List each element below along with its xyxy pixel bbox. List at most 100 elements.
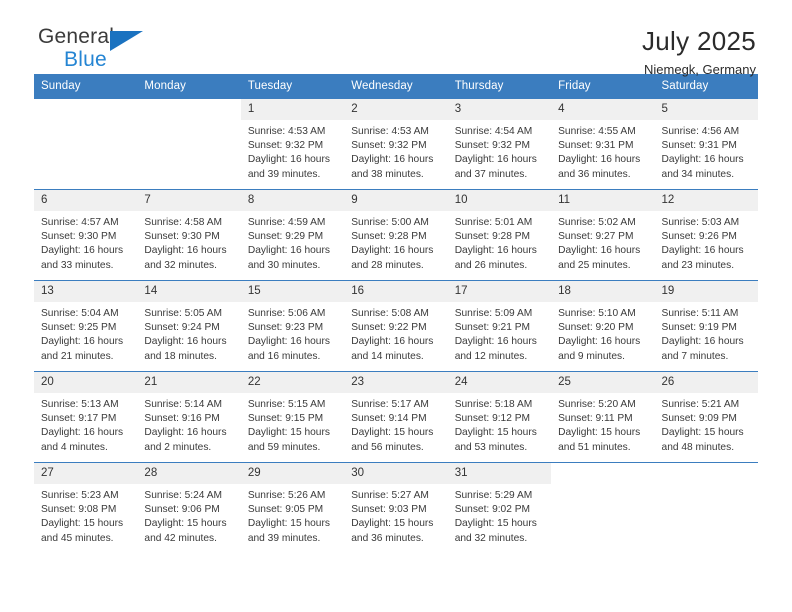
day-sun-info: Sunrise: 5:13 AM Sunset: 9:17 PM Daylight:… <box>34 393 137 455</box>
daylight-text-line1: Daylight: 16 hours <box>41 336 124 348</box>
calendar-day-cell[interactable]: 22 Sunrise: 5:15 AM Sunset: 9:15 PM Dayligh… <box>240 371 345 463</box>
daylight-text-line2: and 36 minutes. <box>351 532 424 544</box>
brand-name-blue: Blue <box>64 48 107 71</box>
daylight-text-line2: and 2 minutes. <box>144 441 212 453</box>
day-sun-info: Sunrise: 5:06 AM Sunset: 9:23 PM Daylight:… <box>241 302 344 364</box>
calendar-day-cell[interactable]: 16 Sunrise: 5:08 AM Sunset: 9:22 PM Dayligh… <box>344 280 448 372</box>
daylight-text-line2: and 37 minutes. <box>454 168 528 180</box>
day-number: 19 <box>654 281 758 302</box>
daylight-text-line1: Daylight: 16 hours <box>454 336 537 348</box>
day-sun-info: Sunrise: 5:18 AM Sunset: 9:12 PM Daylight:… <box>448 393 551 455</box>
day-sun-info: Sunrise: 5:14 AM Sunset: 9:16 PM Daylight:… <box>137 393 240 455</box>
day-number <box>551 463 654 471</box>
calendar-day-cell[interactable]: 12 Sunrise: 5:03 AM Sunset: 9:26 PM Dayligh… <box>654 189 758 281</box>
calendar-day-cell[interactable]: 27 Sunrise: 5:23 AM Sunset: 9:08 PM Dayligh… <box>34 462 138 553</box>
sunrise-text: Sunrise: 5:09 AM <box>454 308 533 319</box>
daylight-text-line2: and 14 minutes. <box>351 350 424 362</box>
calendar-day-cell[interactable]: 10 Sunrise: 5:01 AM Sunset: 9:28 PM Dayligh… <box>447 189 552 281</box>
calendar-day-cell[interactable]: 9 Sunrise: 5:00 AM Sunset: 9:28 PM Daylight… <box>344 189 448 281</box>
calendar-day-cell[interactable]: 28 Sunrise: 5:24 AM Sunset: 9:06 PM Dayligh… <box>137 462 241 553</box>
daylight-text-line2: and 4 minutes. <box>41 441 108 453</box>
daylight-text-line1: Daylight: 16 hours <box>351 154 434 166</box>
sunrise-text: Sunrise: 4:57 AM <box>41 217 119 228</box>
calendar-day-cell[interactable]: 7 Sunrise: 4:58 AM Sunset: 9:30 PM Daylight… <box>137 189 241 281</box>
daylight-text-line1: Daylight: 15 hours <box>247 518 330 530</box>
day-number: 20 <box>34 372 138 393</box>
sunset-text: Sunset: 9:23 PM <box>247 322 324 334</box>
page-subtitle: Niemegk, Germany <box>644 62 756 77</box>
day-number: 1 <box>240 99 345 120</box>
calendar-day-cell[interactable]: 6 Sunrise: 4:57 AM Sunset: 9:30 PM Daylight… <box>34 189 138 281</box>
daylight-text-line1: Daylight: 16 hours <box>558 154 641 166</box>
calendar-day-cell[interactable]: 18 Sunrise: 5:10 AM Sunset: 9:20 PM Dayligh… <box>551 280 655 372</box>
sunrise-text: Sunrise: 5:20 AM <box>558 399 636 410</box>
calendar-day-cell[interactable]: 15 Sunrise: 5:06 AM Sunset: 9:23 PM Dayligh… <box>240 280 345 372</box>
calendar-day-cell[interactable]: 2 Sunrise: 4:53 AM Sunset: 9:32 PM Daylight… <box>344 98 448 190</box>
sunset-text: Sunset: 9:15 PM <box>247 413 324 425</box>
day-sun-info: Sunrise: 4:59 AM Sunset: 9:29 PM Daylight:… <box>241 211 344 273</box>
sunrise-text: Sunrise: 5:11 AM <box>661 308 739 319</box>
sunrise-text: Sunrise: 4:54 AM <box>454 126 533 137</box>
sunset-text: Sunset: 9:32 PM <box>351 140 427 152</box>
daylight-text-line1: Daylight: 16 hours <box>41 245 124 257</box>
calendar-day-cell-empty <box>654 462 758 553</box>
calendar-day-cell[interactable]: 20 Sunrise: 5:13 AM Sunset: 9:17 PM Dayligh… <box>34 371 138 463</box>
daylight-text-line2: and 32 minutes. <box>144 259 217 271</box>
sunrise-text: Sunrise: 5:15 AM <box>247 399 326 410</box>
calendar-day-cell[interactable]: 14 Sunrise: 5:05 AM Sunset: 9:24 PM Dayligh… <box>137 280 241 372</box>
sunrise-text: Sunrise: 5:01 AM <box>454 217 533 228</box>
daylight-text-line2: and 39 minutes. <box>247 168 321 180</box>
daylight-text-line2: and 51 minutes. <box>558 441 631 453</box>
calendar-day-cell[interactable]: 24 Sunrise: 5:18 AM Sunset: 9:12 PM Dayligh… <box>447 371 552 463</box>
day-sun-info: Sunrise: 5:01 AM Sunset: 9:28 PM Daylight:… <box>448 211 551 273</box>
daylight-text-line2: and 30 minutes. <box>247 259 321 271</box>
daylight-text-line1: Daylight: 16 hours <box>454 245 537 257</box>
day-number: 18 <box>551 281 655 302</box>
calendar-day-cell[interactable]: 26 Sunrise: 5:21 AM Sunset: 9:09 PM Dayligh… <box>654 371 758 463</box>
daylight-text-line2: and 26 minutes. <box>454 259 528 271</box>
sunrise-text: Sunrise: 4:59 AM <box>247 217 326 228</box>
day-sun-info: Sunrise: 5:03 AM Sunset: 9:26 PM Daylight:… <box>655 211 758 273</box>
day-sun-info: Sunrise: 5:26 AM Sunset: 9:05 PM Daylight:… <box>241 484 344 546</box>
calendar-day-cell[interactable]: 21 Sunrise: 5:14 AM Sunset: 9:16 PM Dayligh… <box>137 371 241 463</box>
calendar-day-cell[interactable]: 11 Sunrise: 5:02 AM Sunset: 9:27 PM Dayligh… <box>551 189 655 281</box>
day-sun-info: Sunrise: 5:11 AM Sunset: 9:19 PM Daylight:… <box>655 302 758 364</box>
day-number: 24 <box>447 372 552 393</box>
sunrise-text: Sunrise: 5:02 AM <box>558 217 636 228</box>
day-number: 29 <box>240 463 345 484</box>
daylight-text-line1: Daylight: 15 hours <box>661 427 744 439</box>
daylight-text-line1: Daylight: 15 hours <box>454 427 537 439</box>
calendar-week-row: 1 Sunrise: 4:53 AM Sunset: 9:32 PM Daylight… <box>34 98 758 190</box>
calendar-day-cell[interactable]: 5 Sunrise: 4:56 AM Sunset: 9:31 PM Daylight… <box>654 98 758 190</box>
calendar-day-cell[interactable]: 30 Sunrise: 5:27 AM Sunset: 9:03 PM Dayligh… <box>344 462 448 553</box>
sunset-text: Sunset: 9:09 PM <box>661 413 737 425</box>
calendar-day-cell[interactable]: 19 Sunrise: 5:11 AM Sunset: 9:19 PM Dayligh… <box>654 280 758 372</box>
daylight-text-line2: and 32 minutes. <box>454 532 528 544</box>
sunset-text: Sunset: 9:27 PM <box>558 231 634 243</box>
daylight-text-line1: Daylight: 16 hours <box>247 245 330 257</box>
calendar-day-cell[interactable]: 23 Sunrise: 5:17 AM Sunset: 9:14 PM Dayligh… <box>344 371 448 463</box>
sunrise-text: Sunrise: 5:14 AM <box>144 399 223 410</box>
calendar-day-cell[interactable]: 29 Sunrise: 5:26 AM Sunset: 9:05 PM Dayligh… <box>240 462 345 553</box>
sunset-text: Sunset: 9:11 PM <box>558 413 633 425</box>
day-sun-info: Sunrise: 5:10 AM Sunset: 9:20 PM Daylight:… <box>551 302 654 364</box>
sunset-text: Sunset: 9:25 PM <box>41 322 117 334</box>
calendar-day-cell[interactable]: 31 Sunrise: 5:29 AM Sunset: 9:02 PM Dayligh… <box>447 462 552 553</box>
daylight-text-line1: Daylight: 16 hours <box>144 336 227 348</box>
calendar-day-cell[interactable]: 13 Sunrise: 5:04 AM Sunset: 9:25 PM Dayligh… <box>34 280 138 372</box>
sunset-text: Sunset: 9:28 PM <box>351 231 427 243</box>
calendar-day-cell[interactable]: 25 Sunrise: 5:20 AM Sunset: 9:11 PM Dayligh… <box>551 371 655 463</box>
sunrise-text: Sunrise: 5:23 AM <box>41 490 119 501</box>
calendar-day-cell[interactable]: 17 Sunrise: 5:09 AM Sunset: 9:21 PM Dayligh… <box>447 280 552 372</box>
calendar-day-cell[interactable]: 4 Sunrise: 4:55 AM Sunset: 9:31 PM Daylight… <box>551 98 655 190</box>
sunrise-text: Sunrise: 5:00 AM <box>351 217 429 228</box>
day-number: 3 <box>447 99 552 120</box>
calendar-day-cell[interactable]: 8 Sunrise: 4:59 AM Sunset: 9:29 PM Daylight… <box>240 189 345 281</box>
calendar-week-row: 27 Sunrise: 5:23 AM Sunset: 9:08 PM Dayligh… <box>34 462 758 553</box>
sunset-text: Sunset: 9:06 PM <box>144 504 220 516</box>
sunset-text: Sunset: 9:31 PM <box>558 140 634 152</box>
day-number: 30 <box>344 463 448 484</box>
calendar-day-cell[interactable]: 1 Sunrise: 4:53 AM Sunset: 9:32 PM Daylight… <box>240 98 345 190</box>
day-sun-info: Sunrise: 5:08 AM Sunset: 9:22 PM Daylight:… <box>344 302 447 364</box>
calendar-day-cell[interactable]: 3 Sunrise: 4:54 AM Sunset: 9:32 PM Daylight… <box>447 98 552 190</box>
